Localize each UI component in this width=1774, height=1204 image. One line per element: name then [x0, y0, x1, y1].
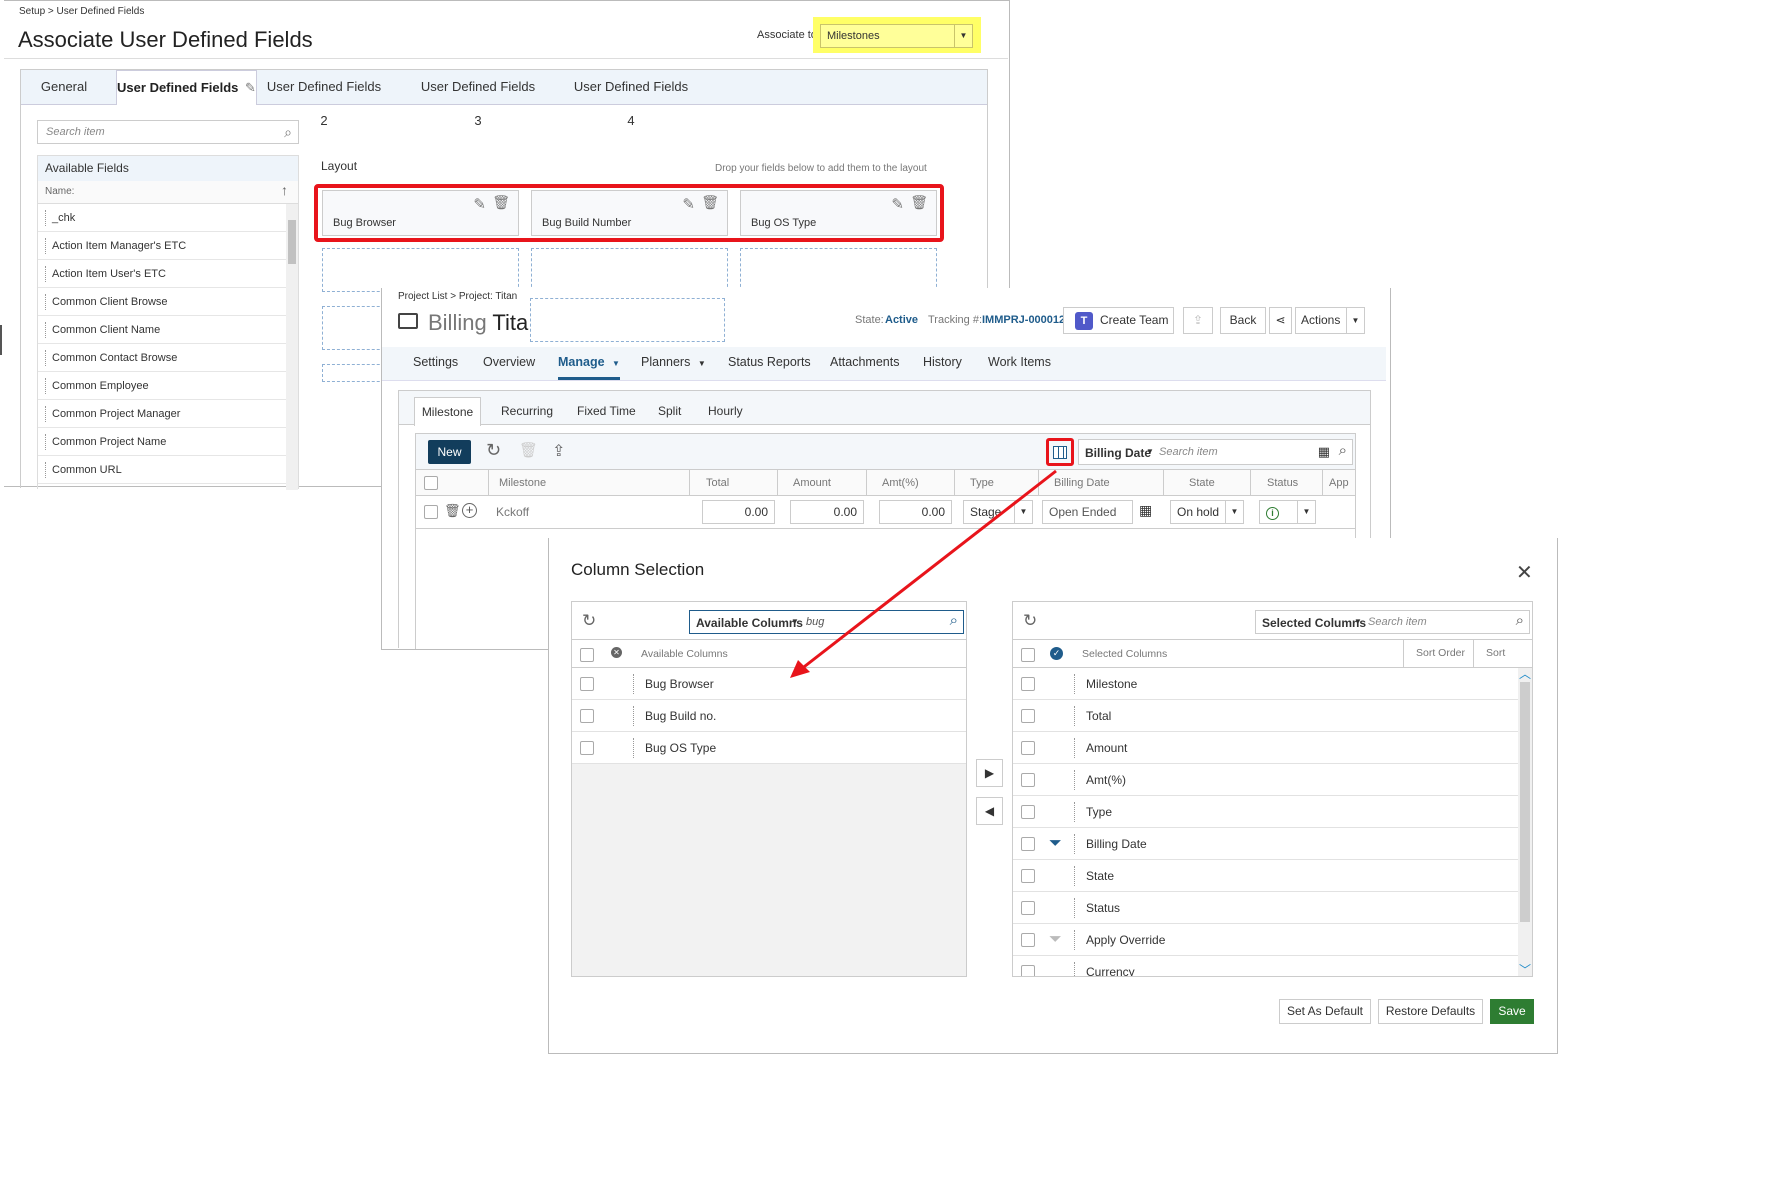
annotation-arrow-line [799, 469, 1057, 672]
annotation-arrow [790, 469, 1057, 678]
